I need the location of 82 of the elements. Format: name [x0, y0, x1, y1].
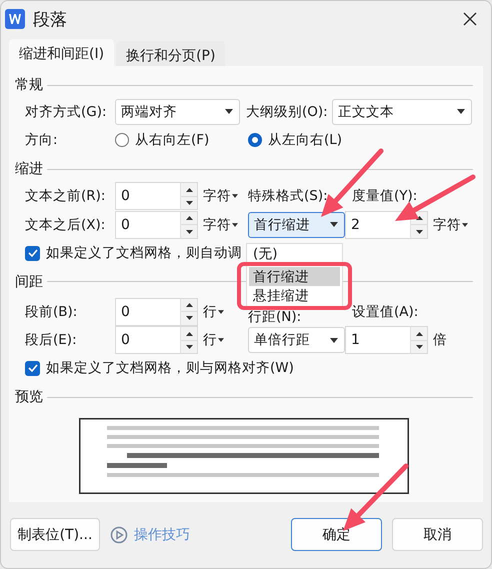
field-label: 文本之后(X): — [25, 216, 106, 234]
caret-up-icon — [186, 188, 192, 192]
check-icon — [28, 364, 38, 372]
field-label: 大纲级别(O): — [246, 102, 328, 121]
spin-down-button[interactable] — [181, 224, 197, 238]
field-label: 方向: — [25, 130, 59, 149]
section-title: 预览 — [15, 388, 43, 406]
check-icon — [28, 249, 38, 258]
unit-label: 倍 — [433, 331, 447, 350]
close-icon — [463, 12, 477, 26]
spin-down-button[interactable] — [411, 224, 427, 238]
caret-icon — [225, 109, 233, 114]
caret-icon — [457, 109, 465, 114]
caret-down-icon — [186, 316, 192, 320]
field-label: 特殊格式(S): — [248, 187, 328, 206]
play-icon — [110, 526, 128, 544]
ok-button[interactable]: 确定 — [291, 518, 382, 551]
line-spacing-select[interactable]: 单倍行距 — [248, 327, 345, 354]
spin-up-button[interactable] — [411, 327, 427, 340]
window-title: 段落 — [33, 8, 68, 30]
field-label: 行距(N): — [248, 308, 302, 326]
number-field[interactable]: 0 — [115, 298, 180, 326]
field-label: 段前(B): — [25, 302, 78, 321]
number-field[interactable]: 2 — [345, 210, 410, 239]
field-label: 设置值(A): — [352, 302, 418, 321]
menu-item[interactable]: 首行缩进 — [249, 267, 340, 286]
unit-label: 字符 — [433, 216, 461, 234]
caret-down-icon — [416, 345, 422, 350]
caret-down-icon — [416, 230, 422, 234]
field-label: 段后(E): — [25, 331, 78, 350]
spin-down-button[interactable] — [411, 340, 427, 354]
tab[interactable]: 缩进和间距(I) — [9, 39, 114, 66]
section-title: 间距 — [15, 272, 43, 291]
unit-caret-icon[interactable] — [218, 338, 224, 342]
radio-label: 从左向右(L) — [268, 130, 342, 149]
caret-up-icon — [186, 302, 192, 307]
caret-icon — [330, 222, 338, 228]
field-label: 对齐方式(G): — [25, 102, 108, 121]
special-format-select[interactable]: 首行缩进 — [248, 212, 345, 238]
unit-label: 字符 — [203, 187, 231, 206]
spin-down-button[interactable] — [181, 196, 197, 210]
checkbox[interactable] — [25, 360, 40, 376]
caret-down-icon — [186, 230, 192, 234]
spin-down-button[interactable] — [181, 311, 197, 325]
alignment-select[interactable]: 两端对齐 — [115, 98, 240, 125]
unit-label: 字符 — [203, 216, 231, 234]
number-field[interactable]: 0 — [115, 326, 180, 354]
unit-caret-icon[interactable] — [232, 194, 238, 198]
unit-label: 行 — [203, 302, 217, 321]
unit-caret-icon[interactable] — [462, 222, 468, 227]
cancel-button[interactable]: 取消 — [392, 518, 483, 551]
spin-up-button[interactable] — [181, 183, 197, 196]
radio-button[interactable] — [115, 132, 129, 147]
spin-down-button[interactable] — [181, 340, 197, 354]
tab[interactable]: 换行和分页(P) — [116, 41, 226, 66]
spin-up-button[interactable] — [181, 327, 197, 340]
field-label: 文本之前(R): — [25, 187, 106, 206]
checkbox-label: 如果定义了文档网格，则自动调 — [46, 244, 242, 262]
tab-stops-button[interactable]: 制表位(T)... — [10, 518, 100, 551]
checkbox[interactable] — [25, 246, 40, 261]
outline-level-select[interactable]: 正文文本 — [332, 98, 472, 125]
app-logo-icon — [5, 9, 25, 29]
field-label: 度量值(Y): — [352, 187, 418, 206]
caret-up-icon — [186, 216, 192, 220]
section-title: 缩进 — [15, 160, 43, 178]
caret-down-icon — [186, 201, 192, 206]
unit-caret-icon[interactable] — [232, 222, 238, 227]
number-field[interactable]: 0 — [115, 182, 180, 210]
caret-icon — [330, 338, 338, 343]
checkbox-label: 如果定义了文档网格，则与网格对齐(W) — [46, 359, 294, 378]
unit-caret-icon[interactable] — [218, 310, 224, 314]
radio-button[interactable] — [248, 132, 262, 147]
number-field[interactable]: 0 — [115, 210, 180, 239]
unit-label: 行 — [203, 331, 217, 350]
caret-down-icon — [186, 345, 192, 350]
caret-up-icon — [186, 332, 192, 336]
section-title: 常规 — [15, 76, 43, 94]
spin-up-button[interactable] — [181, 212, 197, 224]
radio-label: 从右向左(F) — [135, 130, 210, 149]
spin-up-button[interactable] — [181, 298, 197, 312]
caret-up-icon — [416, 332, 422, 336]
number-field[interactable]: 1 — [345, 326, 410, 354]
